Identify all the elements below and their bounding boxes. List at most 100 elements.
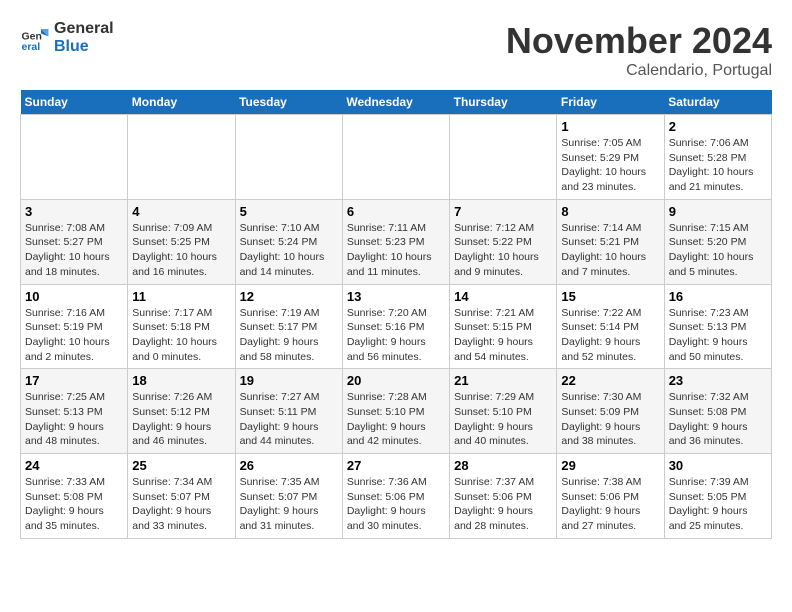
- day-number: 23: [669, 373, 767, 388]
- day-info: Sunrise: 7:05 AM Sunset: 5:29 PM Dayligh…: [561, 136, 659, 195]
- day-info: Sunrise: 7:27 AM Sunset: 5:11 PM Dayligh…: [240, 390, 338, 449]
- calendar-cell: 17Sunrise: 7:25 AM Sunset: 5:13 PM Dayli…: [21, 369, 128, 454]
- calendar-week-row: 24 Sunrise: 7:33 AM Sunset: 5:08 PM Dayli…: [21, 454, 772, 539]
- calendar-cell: 4 Sunrise: 7:09 AM Sunset: 5:25 PM Daylig…: [128, 199, 235, 284]
- calendar-cell: 5 Sunrise: 7:10 AM Sunset: 5:24 PM Daylig…: [235, 199, 342, 284]
- day-of-week-header: Thursday: [450, 90, 557, 115]
- logo-line1: General: [54, 20, 114, 38]
- day-info: Sunrise: 7:21 AM Sunset: 5:15 PM Dayligh…: [454, 306, 552, 365]
- calendar-cell: [450, 115, 557, 200]
- calendar-cell: 29Sunrise: 7:38 AM Sunset: 5:06 PM Dayli…: [557, 454, 664, 539]
- calendar-cell: 18 Sunrise: 7:26 AM Sunset: 5:12 PM Dayli…: [128, 369, 235, 454]
- day-info: Sunrise: 7:33 AM Sunset: 5:08 PM Dayligh…: [25, 475, 123, 534]
- day-number: 4: [132, 204, 230, 219]
- calendar-header-row: SundayMondayTuesdayWednesdayThursdayFrid…: [21, 90, 772, 115]
- calendar-cell: 15Sunrise: 7:22 AM Sunset: 5:14 PM Dayli…: [557, 284, 664, 369]
- day-number: 6: [347, 204, 445, 219]
- calendar-cell: 22Sunrise: 7:30 AM Sunset: 5:09 PM Dayli…: [557, 369, 664, 454]
- day-info: Sunrise: 7:14 AM Sunset: 5:21 PM Dayligh…: [561, 221, 659, 280]
- day-of-week-header: Friday: [557, 90, 664, 115]
- day-info: Sunrise: 7:15 AM Sunset: 5:20 PM Dayligh…: [669, 221, 767, 280]
- calendar-cell: [128, 115, 235, 200]
- calendar-cell: 30Sunrise: 7:39 AM Sunset: 5:05 PM Dayli…: [664, 454, 771, 539]
- day-info: Sunrise: 7:23 AM Sunset: 5:13 PM Dayligh…: [669, 306, 767, 365]
- logo-icon: Gen eral: [20, 23, 50, 53]
- calendar-cell: 6 Sunrise: 7:11 AM Sunset: 5:23 PM Daylig…: [342, 199, 449, 284]
- day-info: Sunrise: 7:26 AM Sunset: 5:12 PM Dayligh…: [132, 390, 230, 449]
- day-info: Sunrise: 7:34 AM Sunset: 5:07 PM Dayligh…: [132, 475, 230, 534]
- day-info: Sunrise: 7:28 AM Sunset: 5:10 PM Dayligh…: [347, 390, 445, 449]
- day-number: 1: [561, 119, 659, 134]
- calendar-cell: 16 Sunrise: 7:23 AM Sunset: 5:13 PM Dayli…: [664, 284, 771, 369]
- day-info: Sunrise: 7:16 AM Sunset: 5:19 PM Dayligh…: [25, 306, 123, 365]
- day-number: 11: [132, 289, 230, 304]
- calendar-cell: [21, 115, 128, 200]
- day-number: 8: [561, 204, 659, 219]
- calendar-week-row: 17Sunrise: 7:25 AM Sunset: 5:13 PM Dayli…: [21, 369, 772, 454]
- calendar-cell: 11 Sunrise: 7:17 AM Sunset: 5:18 PM Dayli…: [128, 284, 235, 369]
- day-info: Sunrise: 7:17 AM Sunset: 5:18 PM Dayligh…: [132, 306, 230, 365]
- location-subtitle: Calendario, Portugal: [506, 62, 772, 80]
- calendar-cell: 3 Sunrise: 7:08 AM Sunset: 5:27 PM Daylig…: [21, 199, 128, 284]
- day-number: 17: [25, 373, 123, 388]
- calendar-cell: [235, 115, 342, 200]
- day-number: 30: [669, 458, 767, 473]
- day-info: Sunrise: 7:09 AM Sunset: 5:25 PM Dayligh…: [132, 221, 230, 280]
- month-title: November 2024: [506, 20, 772, 62]
- day-number: 22: [561, 373, 659, 388]
- page-header: Gen eral General Blue November 2024 Cale…: [20, 20, 772, 80]
- calendar-cell: 27 Sunrise: 7:36 AM Sunset: 5:06 PM Dayli…: [342, 454, 449, 539]
- calendar-cell: 24 Sunrise: 7:33 AM Sunset: 5:08 PM Dayli…: [21, 454, 128, 539]
- day-info: Sunrise: 7:36 AM Sunset: 5:06 PM Dayligh…: [347, 475, 445, 534]
- calendar-cell: 13 Sunrise: 7:20 AM Sunset: 5:16 PM Dayli…: [342, 284, 449, 369]
- day-number: 27: [347, 458, 445, 473]
- day-of-week-header: Tuesday: [235, 90, 342, 115]
- calendar-cell: 21Sunrise: 7:29 AM Sunset: 5:10 PM Dayli…: [450, 369, 557, 454]
- day-number: 18: [132, 373, 230, 388]
- calendar-cell: 7Sunrise: 7:12 AM Sunset: 5:22 PM Daylig…: [450, 199, 557, 284]
- day-info: Sunrise: 7:19 AM Sunset: 5:17 PM Dayligh…: [240, 306, 338, 365]
- calendar-cell: 1 Sunrise: 7:05 AM Sunset: 5:29 PM Daylig…: [557, 115, 664, 200]
- day-info: Sunrise: 7:10 AM Sunset: 5:24 PM Dayligh…: [240, 221, 338, 280]
- day-number: 13: [347, 289, 445, 304]
- day-number: 26: [240, 458, 338, 473]
- day-number: 25: [132, 458, 230, 473]
- day-info: Sunrise: 7:32 AM Sunset: 5:08 PM Dayligh…: [669, 390, 767, 449]
- title-block: November 2024 Calendario, Portugal: [506, 20, 772, 80]
- calendar-cell: 20 Sunrise: 7:28 AM Sunset: 5:10 PM Dayli…: [342, 369, 449, 454]
- calendar-cell: 23 Sunrise: 7:32 AM Sunset: 5:08 PM Dayli…: [664, 369, 771, 454]
- day-number: 12: [240, 289, 338, 304]
- day-info: Sunrise: 7:06 AM Sunset: 5:28 PM Dayligh…: [669, 136, 767, 195]
- day-number: 24: [25, 458, 123, 473]
- day-number: 29: [561, 458, 659, 473]
- calendar-cell: 2 Sunrise: 7:06 AM Sunset: 5:28 PM Daylig…: [664, 115, 771, 200]
- day-number: 10: [25, 289, 123, 304]
- day-number: 2: [669, 119, 767, 134]
- day-number: 16: [669, 289, 767, 304]
- logo: Gen eral General Blue: [20, 20, 114, 56]
- day-number: 21: [454, 373, 552, 388]
- calendar-cell: 28Sunrise: 7:37 AM Sunset: 5:06 PM Dayli…: [450, 454, 557, 539]
- day-info: Sunrise: 7:35 AM Sunset: 5:07 PM Dayligh…: [240, 475, 338, 534]
- calendar-cell: [342, 115, 449, 200]
- calendar-table: SundayMondayTuesdayWednesdayThursdayFrid…: [20, 90, 772, 539]
- day-info: Sunrise: 7:37 AM Sunset: 5:06 PM Dayligh…: [454, 475, 552, 534]
- calendar-cell: 10 Sunrise: 7:16 AM Sunset: 5:19 PM Dayli…: [21, 284, 128, 369]
- day-info: Sunrise: 7:11 AM Sunset: 5:23 PM Dayligh…: [347, 221, 445, 280]
- calendar-week-row: 3 Sunrise: 7:08 AM Sunset: 5:27 PM Daylig…: [21, 199, 772, 284]
- day-number: 14: [454, 289, 552, 304]
- day-of-week-header: Saturday: [664, 90, 771, 115]
- calendar-cell: 9 Sunrise: 7:15 AM Sunset: 5:20 PM Daylig…: [664, 199, 771, 284]
- day-of-week-header: Wednesday: [342, 90, 449, 115]
- day-number: 20: [347, 373, 445, 388]
- calendar-week-row: 1 Sunrise: 7:05 AM Sunset: 5:29 PM Daylig…: [21, 115, 772, 200]
- day-number: 3: [25, 204, 123, 219]
- day-of-week-header: Monday: [128, 90, 235, 115]
- day-number: 9: [669, 204, 767, 219]
- calendar-cell: 8 Sunrise: 7:14 AM Sunset: 5:21 PM Daylig…: [557, 199, 664, 284]
- day-number: 19: [240, 373, 338, 388]
- day-number: 5: [240, 204, 338, 219]
- calendar-cell: 25 Sunrise: 7:34 AM Sunset: 5:07 PM Dayli…: [128, 454, 235, 539]
- day-info: Sunrise: 7:08 AM Sunset: 5:27 PM Dayligh…: [25, 221, 123, 280]
- day-info: Sunrise: 7:20 AM Sunset: 5:16 PM Dayligh…: [347, 306, 445, 365]
